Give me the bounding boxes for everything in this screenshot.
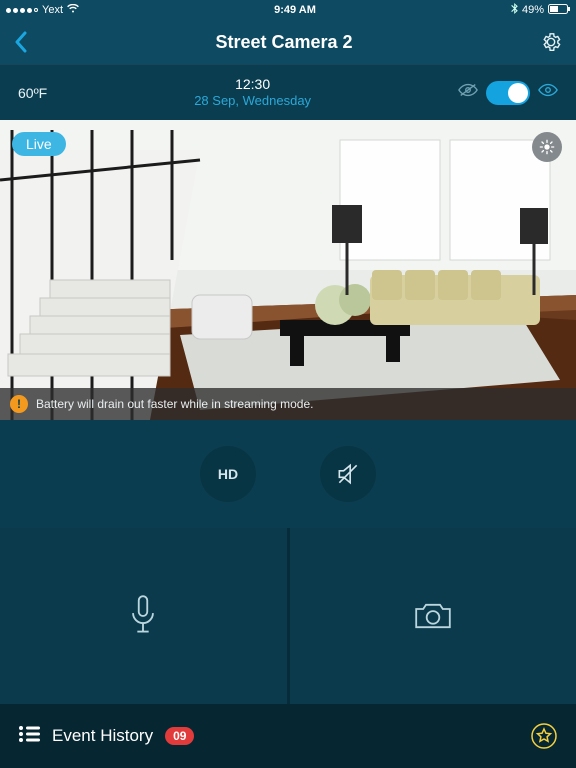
talk-button[interactable] <box>0 528 287 704</box>
list-icon[interactable] <box>18 725 40 748</box>
warning-icon: ! <box>10 395 28 413</box>
status-left: Yext <box>6 4 79 16</box>
visibility-group <box>458 81 558 105</box>
eye-off-icon <box>458 82 478 103</box>
eye-on-icon <box>538 82 558 103</box>
bluetooth-icon <box>511 3 518 17</box>
warning-text: Battery will drain out faster while in s… <box>36 397 313 411</box>
snapshot-button[interactable] <box>290 528 576 704</box>
settings-button[interactable] <box>540 31 562 53</box>
microphone-icon <box>126 593 160 639</box>
camera-icon <box>412 599 454 633</box>
control-strip: HD <box>0 420 576 528</box>
back-button[interactable] <box>14 31 28 53</box>
status-right: 49% <box>511 3 570 17</box>
status-bar: Yext 9:49 AM 49% <box>0 0 576 20</box>
clock-label: 9:49 AM <box>79 4 511 16</box>
warning-banner: ! Battery will drain out faster while in… <box>0 388 576 420</box>
brightness-button[interactable] <box>532 132 562 162</box>
time-label: 12:30 <box>194 76 311 94</box>
visibility-toggle[interactable] <box>486 81 530 105</box>
page-title: Street Camera 2 <box>215 32 352 53</box>
date-label: 28 Sep, Wednesday <box>194 93 311 109</box>
footer-bar: Event History 09 <box>0 704 576 768</box>
action-row <box>0 528 576 704</box>
temperature-label: 60ºF <box>18 85 47 101</box>
hd-label: HD <box>218 466 238 482</box>
wifi-icon <box>67 4 79 16</box>
favorite-button[interactable] <box>530 722 558 750</box>
battery-icon <box>548 4 570 17</box>
live-badge: Live <box>12 132 66 156</box>
battery-pct-label: 49% <box>522 4 544 16</box>
hd-button[interactable]: HD <box>200 446 256 502</box>
camera-image <box>0 120 576 420</box>
camera-feed[interactable]: Live ! Battery will drain out faster whi… <box>0 120 576 420</box>
datetime-box: 12:30 28 Sep, Wednesday <box>194 76 311 110</box>
info-row: 60ºF 12:30 28 Sep, Wednesday <box>0 64 576 120</box>
signal-dots-icon <box>6 8 38 13</box>
mute-button[interactable] <box>320 446 376 502</box>
event-count-badge: 09 <box>165 727 194 745</box>
carrier-label: Yext <box>42 4 63 16</box>
event-history-button[interactable]: Event History <box>52 726 153 746</box>
nav-bar: Street Camera 2 <box>0 20 576 64</box>
